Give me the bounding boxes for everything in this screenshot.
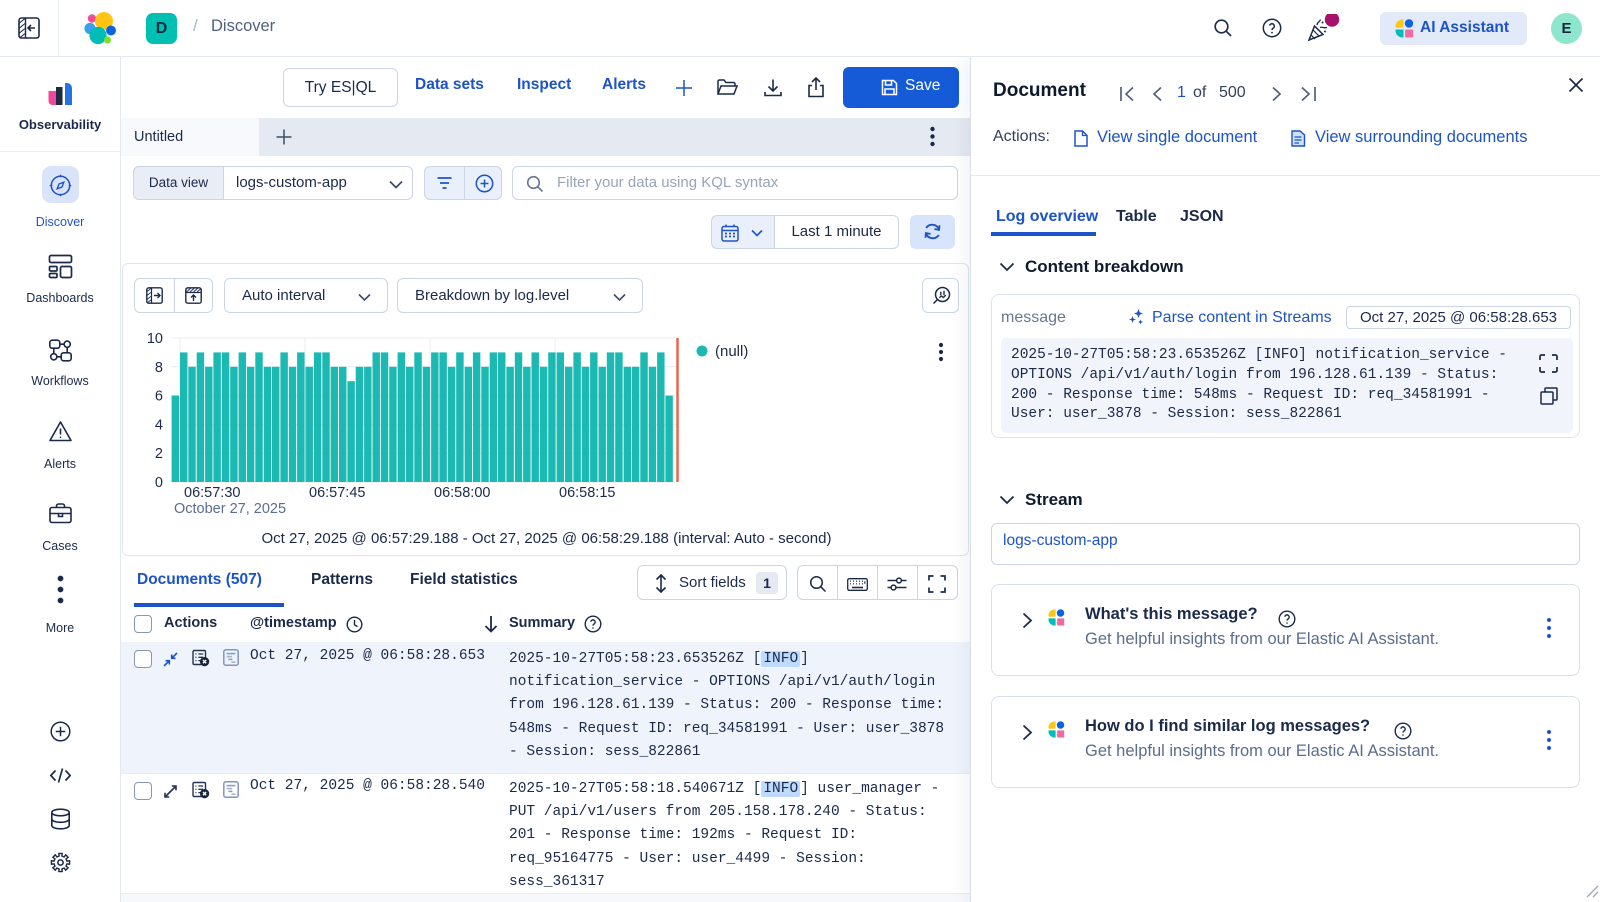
svg-text:06:58:15: 06:58:15: [559, 485, 615, 501]
svg-text:8: 8: [155, 360, 163, 376]
svg-text:10: 10: [147, 331, 163, 347]
svg-text:06:57:45: 06:57:45: [309, 485, 365, 501]
svg-text:06:58:00: 06:58:00: [434, 485, 490, 501]
svg-text:2: 2: [155, 446, 163, 462]
svg-text:4: 4: [155, 417, 163, 433]
svg-text:0: 0: [155, 475, 163, 491]
svg-text:October 27, 2025: October 27, 2025: [174, 501, 286, 517]
svg-text:6: 6: [155, 389, 163, 405]
svg-text:(null): (null): [715, 343, 748, 360]
svg-text:06:57:30: 06:57:30: [184, 485, 240, 501]
